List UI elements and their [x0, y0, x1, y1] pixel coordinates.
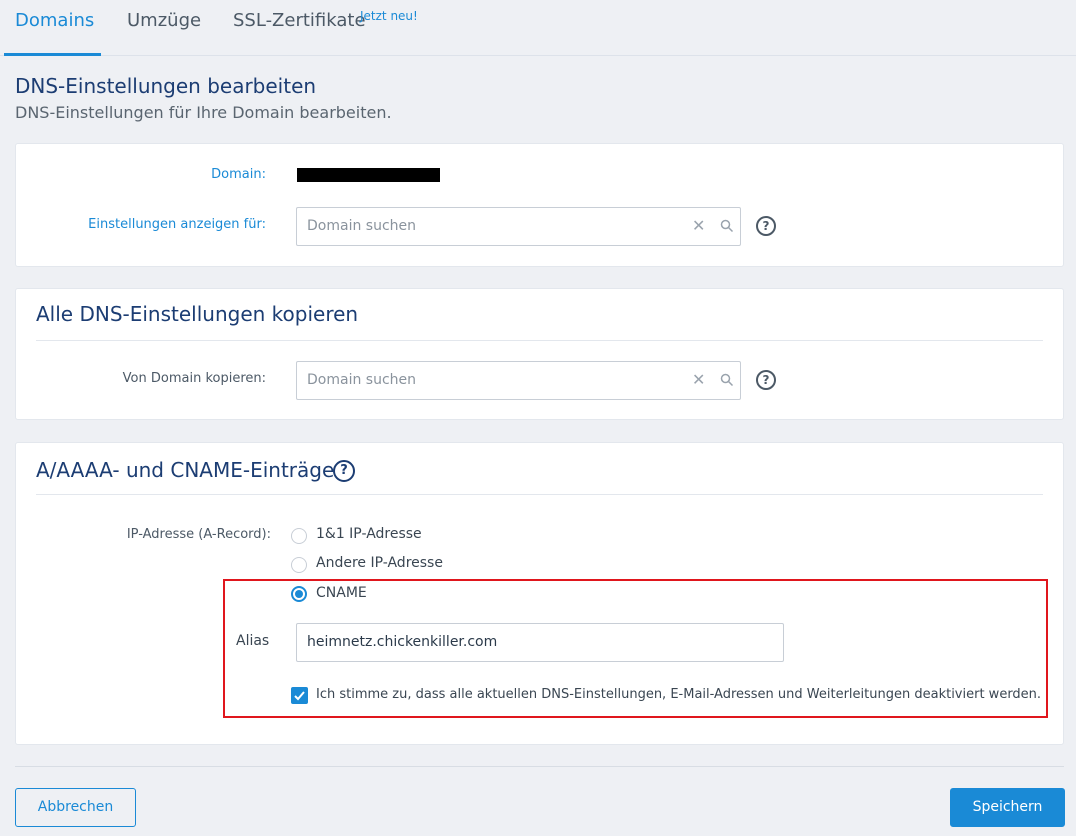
divider — [36, 340, 1043, 341]
copy-card-heading: Alle DNS-Einstellungen kopieren — [36, 302, 359, 326]
tab-bar: Domains Umzüge SSL-Zertifikate Jetzt neu… — [0, 0, 1076, 56]
page-subtitle: DNS-Einstellungen für Ihre Domain bearbe… — [15, 103, 392, 122]
tab-umzuege[interactable]: Umzüge — [127, 10, 201, 31]
settings-domain-search-input[interactable]: Domain suchen ✕ — [296, 207, 741, 246]
highlight-annotation-box — [223, 579, 1048, 718]
search-icon[interactable] — [720, 373, 734, 387]
help-icon[interactable]: ? — [756, 216, 776, 236]
copy-domain-search-input[interactable]: Domain suchen ✕ — [296, 361, 741, 400]
domain-label: Domain: — [211, 167, 266, 182]
close-icon[interactable]: ✕ — [692, 370, 705, 389]
help-icon[interactable]: ? — [333, 460, 355, 482]
radio-label-other-ip: Andere IP-Adresse — [316, 555, 443, 571]
close-icon[interactable]: ✕ — [692, 216, 705, 235]
ip-address-label: IP-Adresse (A-Record): — [126, 527, 271, 542]
copy-dns-card: Alle DNS-Einstellungen kopieren Von Doma… — [15, 288, 1064, 420]
radio-1und1-ip[interactable] — [291, 528, 307, 544]
divider — [36, 494, 1043, 495]
divider — [15, 766, 1064, 767]
tab-ssl-zertifikate[interactable]: SSL-Zertifikate — [233, 10, 366, 31]
active-tab-indicator — [4, 53, 101, 56]
search-placeholder: Domain suchen — [307, 372, 416, 388]
domain-card: Domain: Einstellungen anzeigen für: Doma… — [15, 143, 1064, 267]
help-icon[interactable]: ? — [756, 370, 776, 390]
records-card: A/AAAA- und CNAME-Einträge ? IP-Adresse … — [15, 442, 1064, 745]
settings-for-label: Einstellungen anzeigen für: — [88, 217, 266, 232]
search-placeholder: Domain suchen — [307, 218, 416, 234]
save-button[interactable]: Speichern — [950, 788, 1065, 827]
radio-label-1und1-ip: 1&1 IP-Adresse — [316, 526, 422, 542]
page-title: DNS-Einstellungen bearbeiten — [15, 74, 317, 98]
records-card-heading: A/AAAA- und CNAME-Einträge — [36, 458, 335, 482]
redacted-domain-value — [297, 168, 440, 182]
new-badge: Jetzt neu! — [360, 9, 418, 23]
tab-domains[interactable]: Domains — [15, 10, 94, 31]
copy-from-label: Von Domain kopieren: — [122, 371, 266, 386]
search-icon[interactable] — [720, 219, 734, 233]
cancel-button[interactable]: Abbrechen — [15, 788, 136, 827]
radio-other-ip[interactable] — [291, 557, 307, 573]
